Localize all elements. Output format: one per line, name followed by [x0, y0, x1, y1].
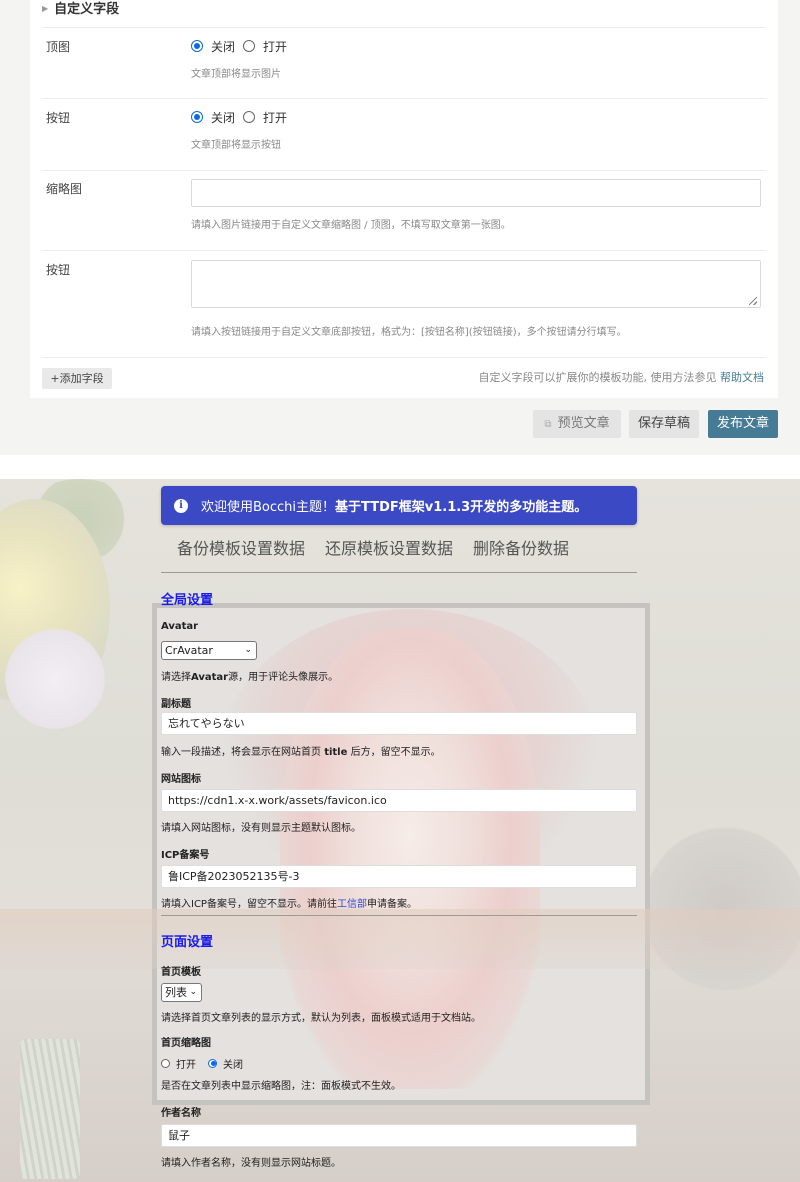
divider: [42, 250, 766, 251]
avatar-select-value: CrAvatar: [165, 644, 213, 657]
button-links-textarea[interactable]: [191, 260, 761, 308]
global-settings-title: 全局设置: [161, 593, 214, 608]
desc-text: 请填入ICP备案号，留空不显示。请前往: [161, 899, 337, 910]
field-label-button-links: 按钮: [46, 263, 71, 277]
button-radio-group: 关闭 打开: [191, 110, 295, 125]
delete-backup-link[interactable]: 删除备份数据: [473, 535, 569, 572]
backup-actions-bar: 备份模板设置数据 还原模板设置数据 删除备份数据: [161, 535, 637, 573]
radio-label: 关闭: [211, 110, 236, 125]
publish-post-button[interactable]: 发布文章: [708, 410, 778, 438]
notice-bold-text: 基于TTDF框架v1.1.3开发的多功能主题。: [335, 500, 588, 515]
background-art: [0, 619, 110, 739]
welcome-notice: i 欢迎使用Bocchi主题！ 基于TTDF框架v1.1.3开发的多功能主题。: [161, 486, 637, 525]
top-image-radio-on[interactable]: [243, 40, 256, 52]
info-icon: i: [174, 498, 188, 513]
divider: [42, 98, 766, 99]
miit-link[interactable]: 工信部: [337, 899, 367, 910]
field-label-top-image: 顶图: [46, 40, 71, 54]
home-template-value: 列表: [165, 986, 187, 999]
divider: [42, 170, 766, 171]
top-image-radio-off[interactable]: [191, 40, 203, 52]
home-template-label: 首页模板: [161, 967, 201, 978]
background-art: [0, 909, 800, 969]
radio-label: 打开: [263, 39, 288, 54]
home-thumbnail-radio-on[interactable]: [161, 1058, 170, 1068]
notice-text: 欢迎使用Bocchi主题！: [201, 500, 336, 515]
icp-label: ICP备案号: [161, 850, 210, 861]
save-draft-button[interactable]: 保存草稿: [629, 410, 699, 438]
chevron-down-icon: ⌄: [189, 987, 197, 997]
field-description: 请填入按钮链接用于自定义文章底部按钮，格式为：[按钮名称](按钮链接)，多个按钮…: [191, 327, 627, 338]
desc-text: 源，用于评论头像展示。: [228, 672, 339, 683]
extension-note-text: 自定义字段可以扩展你的模板功能, 使用方法参见: [478, 371, 717, 384]
radio-label: 关闭: [211, 39, 236, 54]
thumbnail-input[interactable]: [191, 179, 761, 207]
page-settings-title: 页面设置: [161, 935, 214, 950]
favicon-description: 请填入网站图标，没有则显示主题默认图标。: [161, 823, 361, 834]
add-field-button[interactable]: +添加字段: [42, 368, 112, 389]
field-description: 文章顶部将显示按钮: [191, 140, 281, 151]
extension-note: 自定义字段可以扩展你的模板功能, 使用方法参见 帮助文档: [479, 369, 765, 385]
desc-text: 申请备案。: [366, 899, 417, 910]
icp-description: 请填入ICP备案号，留空不显示。请前往工信部申请备案。: [161, 895, 417, 910]
avatar-label: Avatar: [161, 621, 199, 632]
post-editor-panel: ▶ 自定义字段 顶图 关闭 打开 文章顶部将显示图片 按钮 关闭 打开 文章顶部将…: [0, 0, 800, 455]
radio-label: 关闭: [223, 1059, 243, 1071]
home-thumbnail-description: 是否在文章列表中显示缩略图，注：面板模式不生效。: [161, 1081, 401, 1092]
preview-post-button[interactable]: ⧉ 预览文章: [533, 410, 621, 438]
button-radio-off[interactable]: [191, 111, 203, 123]
divider: [42, 357, 766, 358]
field-label-button: 按钮: [46, 111, 71, 125]
caret-right-icon: ▶: [42, 4, 49, 13]
backup-settings-link[interactable]: 备份模板设置数据: [177, 535, 305, 572]
author-name-input[interactable]: 鼠子: [161, 1124, 637, 1147]
chevron-down-icon: ⌄: [244, 645, 252, 655]
top-image-radio-group: 关闭 打开: [191, 39, 295, 54]
desc-bold: Avatar: [191, 672, 229, 683]
icp-input[interactable]: 鲁ICP备2023052135号-3: [161, 865, 637, 888]
theme-settings-panel: i 欢迎使用Bocchi主题！ 基于TTDF框架v1.1.3开发的多功能主题。 备…: [0, 479, 800, 1182]
favicon-label: 网站图标: [161, 774, 201, 785]
desc-text: 输入一段描述，将会显示在网站首页: [161, 747, 325, 758]
subtitle-description: 输入一段描述，将会显示在网站首页 title 后方，留空不显示。: [161, 743, 441, 758]
favicon-input[interactable]: https://cdn1.x-x.work/assets/favicon.ico: [161, 789, 637, 812]
section-divider: [161, 915, 637, 916]
button-radio-on[interactable]: [243, 111, 256, 123]
author-name-description: 请填入作者名称，没有则显示网站标题。: [161, 1158, 341, 1169]
desc-text: 后方，留空不显示。: [347, 747, 441, 758]
author-name-label: 作者名称: [161, 1108, 201, 1119]
help-docs-link[interactable]: 帮助文档: [720, 371, 764, 384]
home-template-select[interactable]: 列表 ⌄: [161, 983, 202, 1002]
field-description: 请填入图片链接用于自定义文章缩略图 / 顶图，不填写取文章第一张图。: [191, 220, 511, 231]
custom-fields-card: ▶ 自定义字段 顶图 关闭 打开 文章顶部将显示图片 按钮 关闭 打开 文章顶部将…: [30, 0, 778, 398]
subtitle-input[interactable]: 忘れてやらない: [161, 712, 637, 735]
divider: [42, 27, 766, 28]
home-thumbnail-radio-group: 打开 关闭: [161, 1057, 255, 1071]
home-template-description: 请选择首页文章列表的显示方式，默认为列表，面板模式适用于文档站。: [161, 1013, 481, 1024]
preview-label: 预览文章: [557, 416, 610, 431]
field-label-thumbnail: 缩略图: [46, 182, 83, 196]
radio-label: 打开: [263, 110, 288, 125]
subtitle-label: 副标题: [161, 699, 191, 710]
home-thumbnail-radio-off[interactable]: [208, 1058, 217, 1068]
resize-handle-icon[interactable]: [749, 297, 757, 305]
restore-settings-link[interactable]: 还原模板设置数据: [325, 535, 453, 572]
home-thumbnail-label: 首页缩略图: [161, 1038, 211, 1049]
radio-label: 打开: [176, 1059, 196, 1071]
field-description: 文章顶部将显示图片: [191, 69, 281, 80]
background-art: [20, 1039, 80, 1179]
avatar-select[interactable]: CrAvatar ⌄: [161, 641, 257, 660]
desc-bold: title: [324, 747, 348, 758]
desc-text: 请选择: [161, 672, 191, 683]
section-title: 自定义字段: [54, 2, 120, 17]
avatar-description: 请选择Avatar源，用于评论头像展示。: [161, 668, 338, 683]
external-link-icon: ⧉: [544, 419, 552, 430]
custom-fields-section-toggle[interactable]: ▶ 自定义字段: [42, 0, 119, 20]
